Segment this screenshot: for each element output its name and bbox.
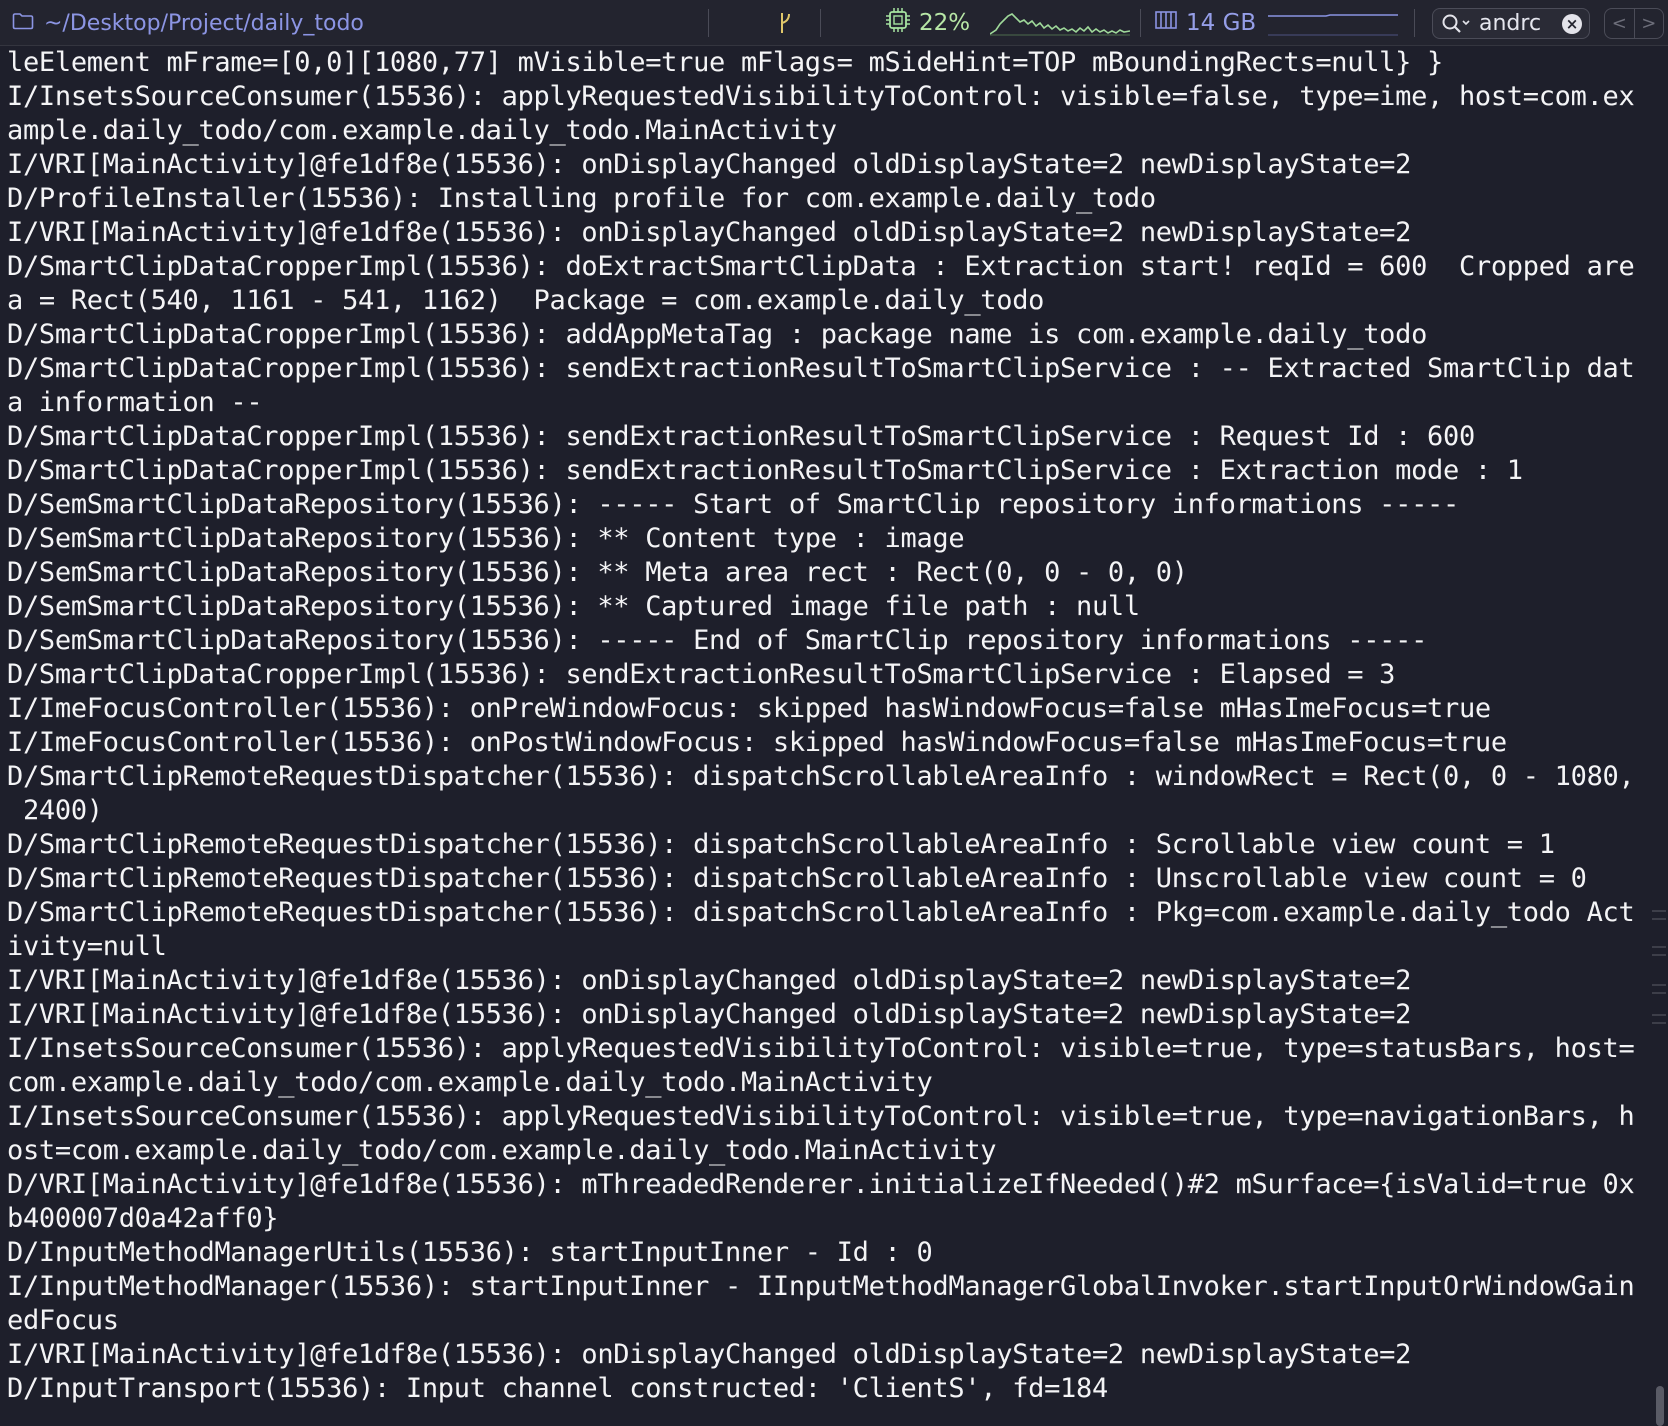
log-line: b400007d0a42aff0} xyxy=(7,1203,279,1234)
log-line: D/SmartClipDataCropperImpl(15536): sendE… xyxy=(7,421,1475,452)
log-line: D/SmartClipDataCropperImpl(15536): sendE… xyxy=(7,659,1396,690)
scrollbar-marker xyxy=(1652,918,1666,920)
log-line: D/SmartClipDataCropperImpl(15536): doExt… xyxy=(7,251,1635,282)
log-line: D/VRI[MainActivity]@fe1df8e(15536): mThr… xyxy=(7,1169,1635,1200)
log-line: I/InsetsSourceConsumer(15536): applyRequ… xyxy=(7,1101,1635,1132)
separator xyxy=(820,9,821,37)
memory-sparkline xyxy=(1268,14,1398,36)
log-line: D/SmartClipRemoteRequestDispatcher(15536… xyxy=(7,863,1587,894)
previous-match-button[interactable]: < xyxy=(1605,9,1634,38)
search-icon[interactable] xyxy=(1441,13,1473,41)
scrollbar-marker xyxy=(1652,954,1666,956)
log-line: D/SemSmartClipDataRepository(15536): ** … xyxy=(7,557,1188,588)
log-line: 2400) xyxy=(7,795,103,826)
log-line: I/VRI[MainActivity]@fe1df8e(15536): onDi… xyxy=(7,217,1412,248)
scrollbar-marker xyxy=(1652,946,1666,948)
scrollbar[interactable] xyxy=(1652,46,1666,1426)
log-line: I/ImeFocusController(15536): onPreWindow… xyxy=(7,693,1491,724)
scrollbar-marker xyxy=(1652,1014,1666,1016)
log-line: D/SmartClipRemoteRequestDispatcher(15536… xyxy=(7,897,1635,928)
log-line: I/InsetsSourceConsumer(15536): applyRequ… xyxy=(7,81,1635,112)
memory-amount: 14 GB xyxy=(1186,10,1257,36)
terminal-status-bar: ~/Desktop/Project/daily_todo 22% 14 GB a… xyxy=(0,0,1668,46)
folder-icon xyxy=(12,11,34,36)
working-directory-path: ~/Desktop/Project/daily_todo xyxy=(44,10,364,36)
log-line: ample.daily_todo/com.example.daily_todo.… xyxy=(7,115,837,146)
separator xyxy=(1140,9,1141,37)
scrollbar-marker xyxy=(1652,992,1666,994)
log-line: D/SmartClipDataCropperImpl(15536): sendE… xyxy=(7,455,1523,486)
log-line: D/SmartClipDataCropperImpl(15536): addAp… xyxy=(7,319,1428,350)
scrollbar-thumb[interactable] xyxy=(1656,1386,1664,1426)
log-line: ivity=null xyxy=(7,931,167,962)
log-line: I/InputMethodManager(15536): startInputI… xyxy=(7,1271,1635,1302)
log-line: I/InsetsSourceConsumer(15536): applyRequ… xyxy=(7,1033,1635,1064)
log-line: a information -- xyxy=(7,387,263,418)
log-line: edFocus xyxy=(7,1305,119,1336)
log-line: D/InputTransport(15536): Input channel c… xyxy=(7,1373,1108,1404)
scrollbar-marker xyxy=(1652,910,1666,912)
log-line: D/InputMethodManagerUtils(15536): startI… xyxy=(7,1237,933,1268)
cpu-usage: 22% xyxy=(885,0,970,46)
separator xyxy=(1414,9,1415,37)
log-line: leElement mFrame=[0,0][1080,77] mVisible… xyxy=(7,47,1443,78)
log-line: I/VRI[MainActivity]@fe1df8e(15536): onDi… xyxy=(7,999,1412,1030)
log-line: D/SemSmartClipDataRepository(15536): ** … xyxy=(7,523,965,554)
terminal-window: ~/Desktop/Project/daily_todo 22% 14 GB a… xyxy=(0,0,1668,1426)
log-line: a = Rect(540, 1161 - 541, 1162) Package … xyxy=(7,285,1045,316)
scrollbar-marker xyxy=(1652,984,1666,986)
log-line: D/SemSmartClipDataRepository(15536): ---… xyxy=(7,625,1428,656)
log-line: I/VRI[MainActivity]@fe1df8e(15536): onDi… xyxy=(7,149,1412,180)
log-line: D/SmartClipDataCropperImpl(15536): sendE… xyxy=(7,353,1635,384)
working-directory[interactable]: ~/Desktop/Project/daily_todo xyxy=(12,0,364,46)
log-line: com.example.daily_todo/com.example.daily… xyxy=(7,1067,933,1098)
git-branch-icon xyxy=(776,9,796,37)
log-line: I/VRI[MainActivity]@fe1df8e(15536): onDi… xyxy=(7,1339,1412,1370)
cpu-sparkline xyxy=(990,13,1130,36)
search-navigation: < > xyxy=(1604,8,1664,39)
cpu-percentage: 22% xyxy=(919,10,971,36)
log-line: D/SmartClipRemoteRequestDispatcher(15536… xyxy=(7,829,1555,860)
separator xyxy=(708,9,709,37)
cpu-chip-icon xyxy=(885,7,911,39)
search-box[interactable]: × xyxy=(1432,8,1590,39)
log-line: D/SemSmartClipDataRepository(15536): ** … xyxy=(7,591,1140,622)
search-input[interactable] xyxy=(1479,10,1543,37)
log-line: D/SmartClipRemoteRequestDispatcher(15536… xyxy=(7,761,1635,792)
memory-icon xyxy=(1154,9,1178,37)
log-line: ost=com.example.daily_todo/com.example.d… xyxy=(7,1135,997,1166)
log-line: I/VRI[MainActivity]@fe1df8e(15536): onDi… xyxy=(7,965,1412,996)
scrollbar-marker xyxy=(1652,1022,1666,1024)
log-line: D/ProfileInstaller(15536): Installing pr… xyxy=(7,183,1156,214)
terminal-log-output[interactable]: leElement mFrame=[0,0][1080,77] mVisible… xyxy=(0,46,1650,1426)
clear-icon[interactable]: × xyxy=(1562,14,1582,34)
next-match-button[interactable]: > xyxy=(1633,9,1664,38)
memory-usage: 14 GB xyxy=(1154,0,1256,46)
log-line: I/ImeFocusController(15536): onPostWindo… xyxy=(7,727,1507,758)
log-line: D/SemSmartClipDataRepository(15536): ---… xyxy=(7,489,1459,520)
